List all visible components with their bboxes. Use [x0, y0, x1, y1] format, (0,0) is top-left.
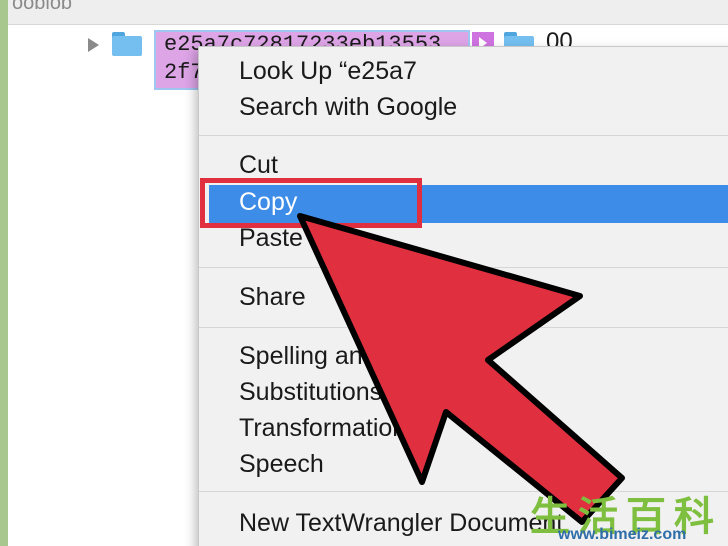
- watermark-url: www.bimeiz.com: [558, 526, 687, 543]
- pointer-arrow-icon: [297, 213, 625, 525]
- watermark-logo: 生活百科 www.bimeiz.com: [528, 484, 728, 546]
